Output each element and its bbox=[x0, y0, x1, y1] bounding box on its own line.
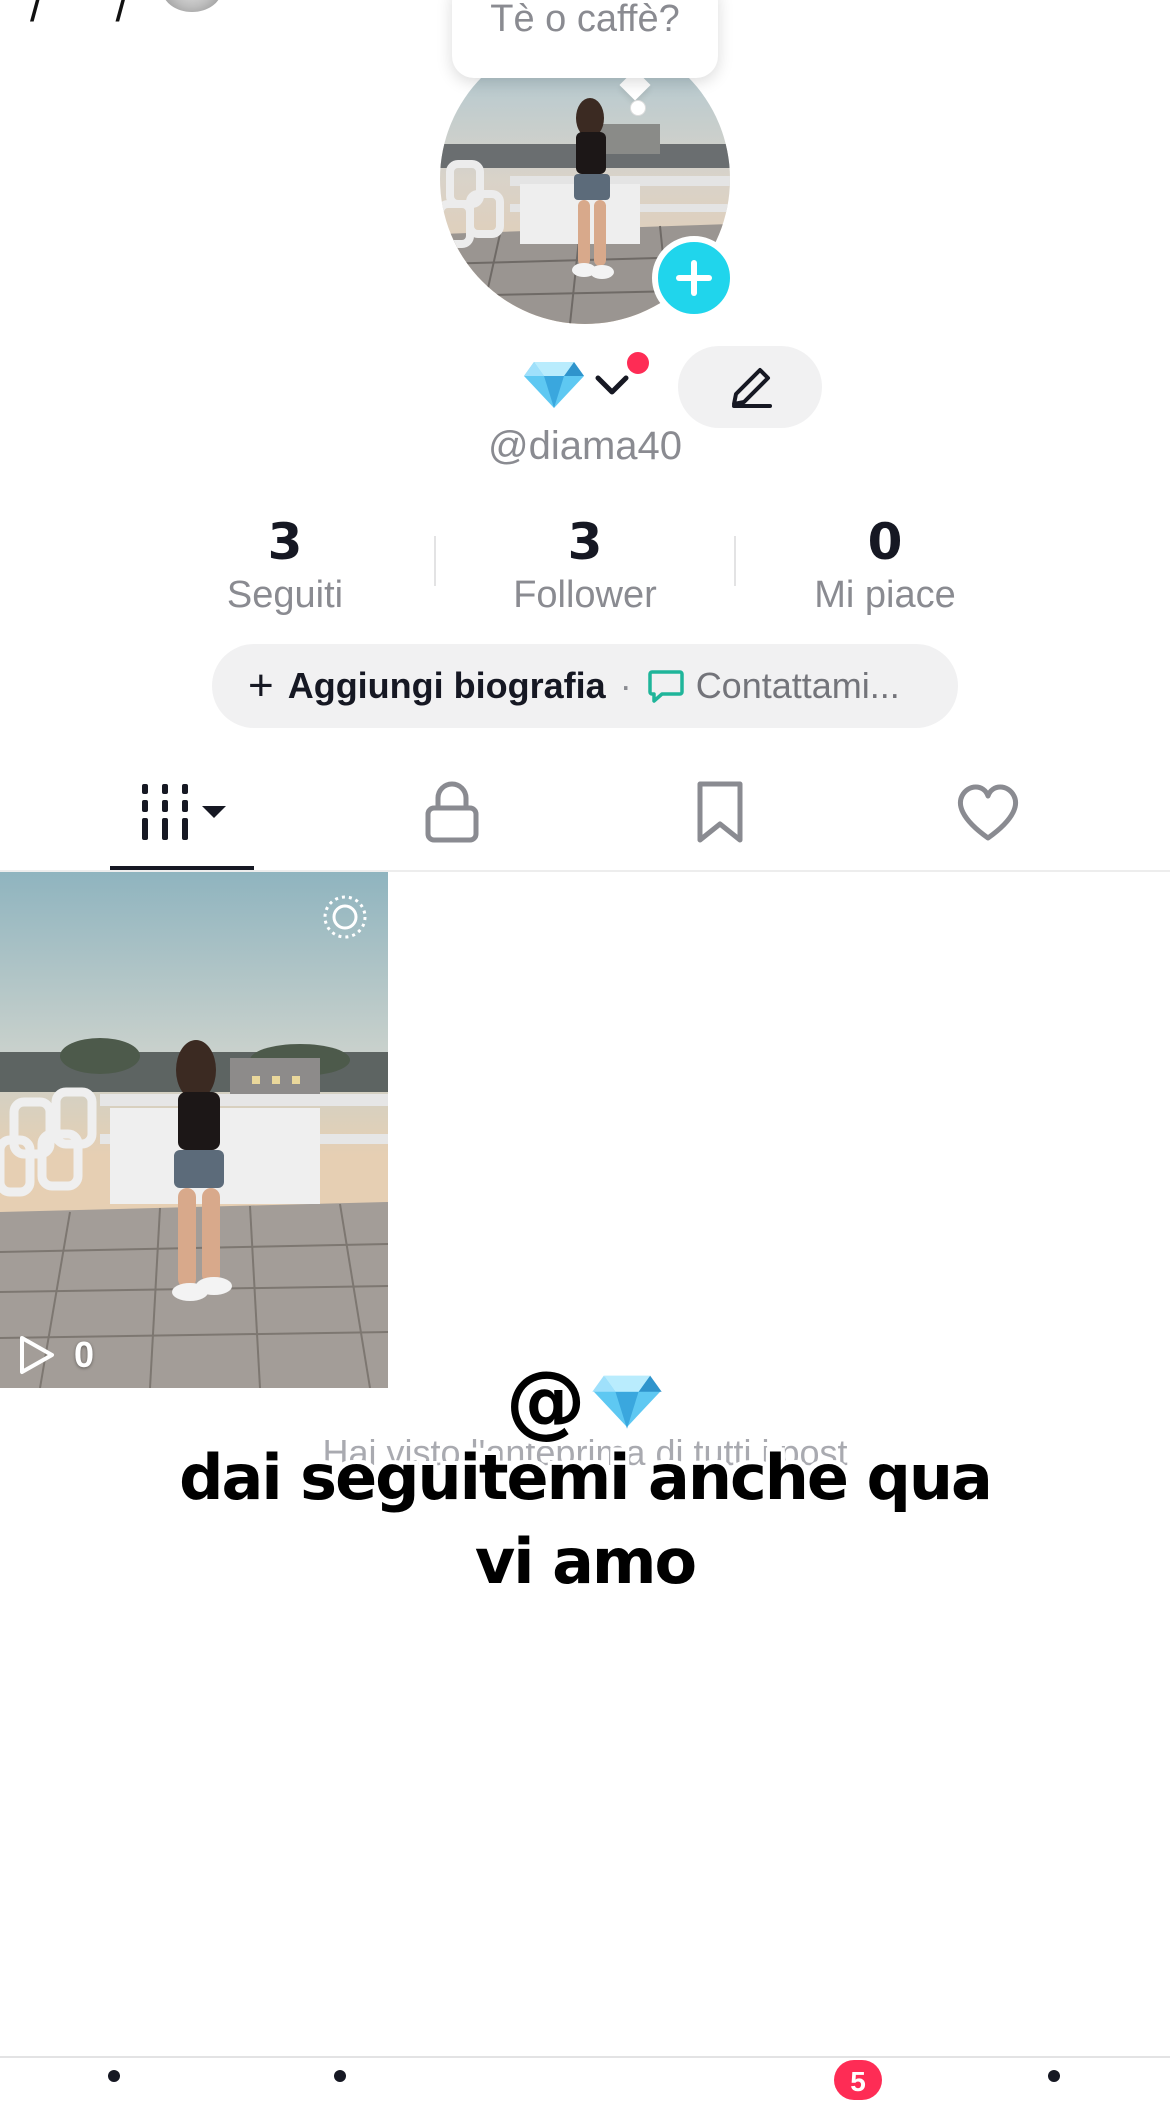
chat-bubble-icon bbox=[647, 670, 684, 703]
bubble-dot bbox=[630, 100, 646, 116]
sync-icon bbox=[323, 895, 367, 939]
nav-friends-icon[interactable] bbox=[334, 2070, 346, 2082]
plus-icon bbox=[676, 260, 712, 296]
edit-profile-button[interactable] bbox=[678, 346, 822, 428]
bio-contact-pill[interactable]: + Aggiungi biografia · Contattami... bbox=[212, 644, 958, 728]
video-thumbnail-image bbox=[0, 872, 388, 1388]
stat-value: 3 bbox=[267, 513, 303, 571]
chevron-down-icon[interactable] bbox=[592, 372, 632, 400]
stat-label: Mi piace bbox=[814, 574, 956, 616]
videos-grid-icon[interactable] bbox=[136, 780, 236, 844]
status-bubble[interactable]: Tè o caffè? bbox=[452, 0, 718, 78]
add-photo-button[interactable] bbox=[652, 236, 736, 320]
username: @diama40 bbox=[487, 424, 683, 468]
bio-separator: · bbox=[619, 665, 632, 706]
plus-icon: + bbox=[248, 661, 274, 710]
notification-dot bbox=[627, 352, 649, 374]
overlay-mention: @ bbox=[0, 1354, 1170, 1447]
bottom-nav-divider bbox=[0, 2056, 1170, 2058]
lock-icon[interactable] bbox=[418, 780, 486, 844]
menu-icon[interactable] bbox=[1064, 0, 1120, 6]
stat-following[interactable]: 3 Seguiti bbox=[135, 512, 435, 620]
nav-home-icon[interactable] bbox=[108, 2070, 120, 2082]
nav-profile-icon[interactable] bbox=[1048, 2070, 1060, 2082]
stat-value: 3 bbox=[567, 513, 603, 571]
top-left-glyphs: / / bbox=[30, 0, 159, 31]
inbox-badge: 5 bbox=[834, 2060, 882, 2100]
bubble-text: Tè o caffè? bbox=[490, 0, 680, 40]
heart-icon[interactable] bbox=[954, 780, 1022, 844]
overlay-caption: dai seguitemi anche qua vi amo bbox=[179, 1441, 993, 1598]
stat-followers[interactable]: 3 Follower bbox=[435, 512, 735, 620]
stat-label: Follower bbox=[513, 574, 657, 616]
top-right-icons[interactable] bbox=[820, 0, 990, 6]
stat-likes[interactable]: 0 Mi piace bbox=[735, 512, 1035, 620]
account-switch-avatar[interactable] bbox=[162, 0, 222, 12]
video-thumbnail[interactable] bbox=[0, 872, 388, 1388]
add-bio-link[interactable]: Aggiungi biografia bbox=[288, 665, 606, 707]
pencil-icon bbox=[732, 368, 772, 408]
diamond-emoji-icon bbox=[524, 362, 584, 408]
diamond-emoji-icon bbox=[591, 1373, 664, 1430]
bookmark-icon[interactable] bbox=[686, 780, 754, 844]
stat-value: 0 bbox=[867, 513, 903, 571]
contact-link[interactable]: Contattami... bbox=[696, 665, 900, 707]
stat-label: Seguiti bbox=[226, 574, 344, 616]
overlay-at-sign: @ bbox=[505, 1354, 586, 1447]
